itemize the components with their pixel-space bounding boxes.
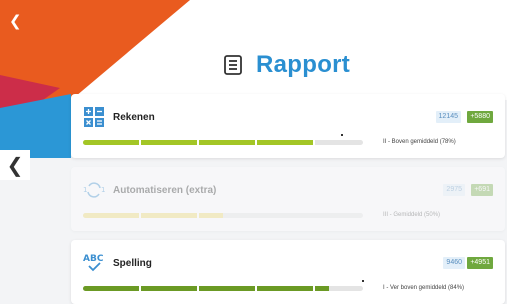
progress-marker: [362, 280, 364, 282]
progress-fill: [83, 213, 223, 218]
subject-title: Rekenen: [113, 112, 155, 123]
subject-card-spelling[interactable]: ABC Spelling 9460 +4951 I - Ver boven ge…: [71, 240, 505, 304]
delta-badge: +4951: [467, 257, 493, 269]
progress-bar: [83, 286, 363, 291]
score-badge: 12145: [435, 111, 461, 123]
score-badge: 9460: [443, 257, 465, 269]
abc-spelling-icon: ABC: [83, 254, 104, 272]
progress-bar: [83, 140, 363, 145]
page-header: Rapport: [222, 50, 350, 80]
delta-badge: +691: [471, 184, 493, 196]
back-button-side[interactable]: ❮: [0, 150, 30, 180]
svg-text:1: 1: [83, 186, 87, 194]
subject-card-rekenen[interactable]: Rekenen 12145 +5880 II - Boven gemiddeld…: [71, 94, 505, 158]
svg-text:1: 1: [101, 186, 105, 194]
refresh-icon: 1 1: [83, 182, 105, 198]
progress-fill: [83, 286, 330, 291]
progress-bar: [83, 213, 363, 218]
subject-title: Automatiseren (extra): [113, 185, 217, 196]
progress-marker: [341, 134, 343, 136]
level-text: II - Boven gemiddeld (78%): [383, 139, 456, 145]
chevron-left-icon: ❮: [9, 12, 22, 30]
subject-title: Spelling: [113, 258, 152, 269]
svg-text:ABC: ABC: [83, 254, 104, 264]
calculator-icon: [84, 107, 104, 127]
level-text: III - Gemiddeld (50%): [383, 212, 441, 218]
chevron-left-icon: ❮: [6, 153, 24, 177]
score-badge: 2975: [443, 184, 465, 196]
delta-badge: +5880: [467, 111, 493, 123]
level-text: I - Ver boven gemiddeld (84%): [383, 285, 465, 291]
page-title: Rapport: [256, 51, 351, 78]
back-button-top[interactable]: ❮: [9, 12, 27, 30]
subject-card-automatiseren[interactable]: 1 1 Automatiseren (extra) 2975 +691 III …: [71, 167, 505, 231]
notebook-icon: [224, 55, 242, 75]
